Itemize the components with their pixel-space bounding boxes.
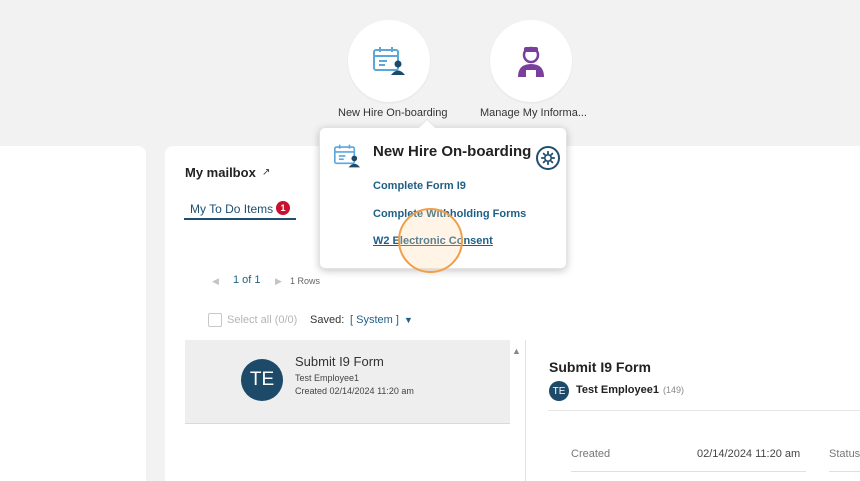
prev-page-icon[interactable]: ◀: [212, 276, 219, 287]
list-item-created: Created 02/14/2024 11:20 am: [295, 386, 414, 396]
created-value: 02/14/2024 11:20 am: [697, 448, 801, 460]
tile-label-manage-info[interactable]: Manage My Informa...: [480, 107, 587, 119]
person-avatar-icon: [518, 46, 544, 77]
popup-title: New Hire On-boarding: [373, 143, 532, 160]
detail-title: Submit I9 Form: [549, 359, 651, 375]
select-all-checkbox[interactable]: [208, 313, 222, 327]
scroll-up-icon[interactable]: ▲: [512, 346, 521, 356]
page-indicator: 1 of 1: [233, 274, 261, 286]
list-item[interactable]: TE Submit I9 Form Test Employee1 Created…: [185, 340, 510, 424]
avatar: TE: [241, 359, 283, 401]
next-page-icon[interactable]: ▶: [275, 276, 282, 287]
detail-avatar: TE: [549, 381, 569, 401]
w2-electronic-consent-link[interactable]: W2 Electronic Consent: [373, 235, 493, 247]
left-panel: [0, 146, 146, 481]
calendar-person-icon: [334, 144, 360, 168]
mailbox-title[interactable]: My mailbox: [185, 165, 256, 180]
tab-my-to-do-items[interactable]: My To Do Items 1: [184, 200, 296, 220]
new-hire-onboarding-tile[interactable]: [348, 20, 430, 102]
select-all-label: Select all (0/0): [227, 314, 298, 326]
tile-label-new-hire[interactable]: New Hire On-boarding: [338, 107, 447, 119]
calendar-person-icon: [373, 47, 405, 75]
field-underline: [571, 471, 806, 472]
complete-form-i9-link[interactable]: Complete Form I9: [373, 180, 466, 192]
new-hire-onboarding-popup: New Hire On-boarding Complete Form I9 Co…: [319, 118, 567, 269]
row-count: 1 Rows: [290, 276, 321, 286]
saved-label: Saved:: [310, 314, 345, 326]
list-item-person: Test Employee1: [295, 373, 360, 383]
complete-withholding-forms-link[interactable]: Complete Withholding Forms: [373, 208, 526, 220]
list-item-title: Submit I9 Form: [295, 354, 384, 369]
pane-divider: [525, 340, 526, 481]
tab-label: My To Do Items: [190, 202, 274, 216]
notification-badge: 1: [276, 201, 290, 215]
gear-glyph: [541, 151, 555, 165]
external-link-icon[interactable]: ↗: [262, 167, 270, 178]
gear-icon[interactable]: [536, 146, 560, 170]
field-underline: [829, 471, 860, 472]
popup-caret: [418, 118, 436, 136]
chevron-down-icon[interactable]: ▼: [404, 315, 413, 325]
detail-divider: [548, 410, 860, 411]
created-label: Created: [571, 448, 611, 460]
status-label: Status: [829, 448, 860, 460]
saved-view-dropdown[interactable]: [ System ]: [350, 314, 399, 326]
detail-person[interactable]: Test Employee1: [576, 384, 659, 396]
detail-count: (149): [663, 385, 685, 395]
manage-my-information-tile[interactable]: [490, 20, 572, 102]
